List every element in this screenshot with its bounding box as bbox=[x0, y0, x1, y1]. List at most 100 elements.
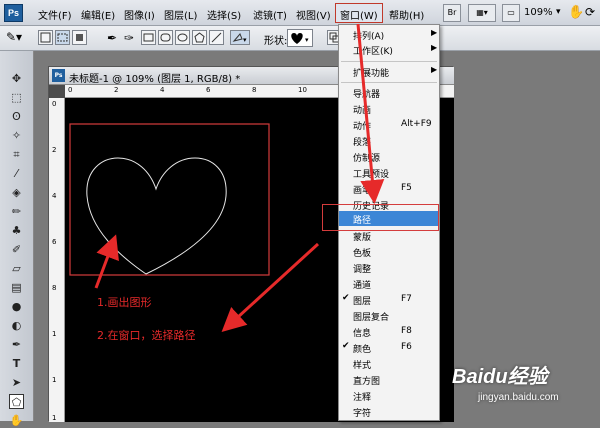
menu-item-clone-source[interactable]: 仿制源 bbox=[339, 149, 439, 164]
custom-shape-icon[interactable]: ▾ bbox=[230, 30, 250, 45]
ruler-tick-label: 4 bbox=[52, 192, 57, 200]
menu-item-extensions[interactable]: 扩展功能 ▶ bbox=[339, 64, 439, 79]
menu-divider bbox=[341, 82, 437, 83]
lasso-tool-icon[interactable]: ʘ bbox=[9, 109, 24, 124]
menu-item-label: 颜色 bbox=[353, 345, 372, 355]
type-tool-icon[interactable]: T bbox=[9, 356, 24, 371]
menu-item-label: 图层复合 bbox=[353, 313, 390, 323]
menu-item-label: 工作区(K) bbox=[353, 47, 393, 57]
fill-pixels-icon[interactable] bbox=[72, 30, 87, 45]
ruler-tick-label: 10 bbox=[298, 86, 307, 94]
paths-mode-icon[interactable] bbox=[55, 30, 70, 45]
rotate-view-icon[interactable]: ⟳ bbox=[585, 5, 595, 19]
menu-item-layers[interactable]: ✔ 图层 F7 bbox=[339, 292, 439, 307]
ruler-tick-label: 8 bbox=[252, 86, 257, 94]
ruler-tick-label: 8 bbox=[52, 284, 57, 292]
menu-item-arrange[interactable]: 排列(A) ▶ bbox=[339, 27, 439, 42]
menu-item-animation[interactable]: 动画 bbox=[339, 101, 439, 116]
pen-tool-icon-toolbox[interactable]: ✒ bbox=[9, 337, 24, 352]
menu-item-shortcut: F6 bbox=[401, 342, 412, 352]
shape-picker[interactable]: ▾ bbox=[287, 29, 313, 47]
custom-shape-tool-icon[interactable]: ⬠ bbox=[9, 394, 24, 409]
menu-item-paragraph[interactable]: 段落 bbox=[339, 133, 439, 148]
marquee-tool-icon[interactable]: ⬚ bbox=[9, 90, 24, 105]
baidu-watermark: Baidu经验 bbox=[452, 366, 548, 388]
menu-item-notes[interactable]: 注释 bbox=[339, 388, 439, 403]
menu-item-layer-comps[interactable]: 图层复合 bbox=[339, 308, 439, 323]
menu-item-color[interactable]: ✔ 颜色 F6 bbox=[339, 340, 439, 355]
zoom-level[interactable]: 109% bbox=[524, 7, 553, 18]
bridge-button[interactable]: Br bbox=[443, 4, 461, 22]
menu-edit[interactable]: 编辑(E) bbox=[81, 7, 115, 22]
rounded-rectangle-icon[interactable] bbox=[158, 30, 173, 45]
menu-divider bbox=[341, 61, 437, 62]
gradient-tool-icon[interactable]: ▤ bbox=[9, 280, 24, 295]
menu-file[interactable]: 文件(F) bbox=[38, 7, 72, 22]
menu-help[interactable]: 帮助(H) bbox=[389, 7, 424, 22]
healing-brush-tool-icon[interactable]: ◈ bbox=[9, 185, 24, 200]
menu-item-swatches[interactable]: 色板 bbox=[339, 244, 439, 259]
tool-preset-icon[interactable]: ✎▾ bbox=[6, 30, 22, 44]
freeform-pen-icon[interactable]: ✑ bbox=[124, 31, 134, 45]
path-selection-tool-icon[interactable]: ➤ bbox=[9, 375, 24, 390]
menu-item-label: 仿制源 bbox=[353, 154, 381, 164]
menu-item-label: 调整 bbox=[353, 265, 372, 275]
ruler-tick-label: 1 bbox=[52, 376, 57, 384]
menu-item-brushes[interactable]: 画笔 F5 bbox=[339, 181, 439, 196]
move-tool-icon[interactable]: ✥ bbox=[9, 71, 24, 86]
view-extras-button[interactable]: ▦▾ bbox=[468, 4, 496, 22]
history-brush-tool-icon[interactable]: ✐ bbox=[9, 242, 24, 257]
menu-filter[interactable]: 滤镜(T) bbox=[253, 7, 287, 22]
menu-item-label: 直方图 bbox=[353, 377, 381, 387]
clone-stamp-tool-icon[interactable]: ♣ bbox=[9, 223, 24, 238]
options-bar: ✎▾ ✒ ✑ ▾ 形状: ▾ bbox=[0, 26, 600, 51]
zoom-dropdown-icon[interactable]: ▾ bbox=[556, 7, 561, 17]
blur-tool-icon[interactable]: ● bbox=[9, 299, 24, 314]
svg-text:▾: ▾ bbox=[305, 36, 309, 44]
submenu-arrow-icon: ▶ bbox=[431, 43, 438, 52]
shape-layers-icon[interactable] bbox=[38, 30, 53, 45]
menu-image[interactable]: 图像(I) bbox=[124, 7, 155, 22]
menu-item-tool-presets[interactable]: 工具预设 bbox=[339, 165, 439, 180]
annotation-step2: 2.在窗口，选择路径 bbox=[97, 329, 196, 342]
shape-label: 形状: bbox=[264, 36, 288, 47]
menu-item-workspace[interactable]: 工作区(K) ▶ bbox=[339, 42, 439, 57]
toolbox: ✥ ⬚ ʘ ✧ ⌗ ⁄ ◈ ✏ ♣ ✐ ▱ ▤ ● ◐ ✒ T ➤ ⬠ ✋ bbox=[0, 51, 34, 427]
document-title: 未标题-1 @ 109% (图层 1, RGB/8) * bbox=[69, 74, 241, 85]
menu-window[interactable]: 窗口(W) bbox=[335, 3, 383, 23]
menu-select[interactable]: 选择(S) bbox=[207, 7, 241, 22]
crop-tool-icon[interactable]: ⌗ bbox=[9, 147, 24, 162]
ruler-vertical[interactable]: 0 2 4 6 8 1 1 1 bbox=[49, 98, 65, 422]
menu-item-adjustments[interactable]: 调整 bbox=[339, 260, 439, 275]
hand-icon[interactable]: ✋ bbox=[568, 5, 584, 20]
pen-tool-icon[interactable]: ✒ bbox=[107, 31, 117, 45]
quick-select-tool-icon[interactable]: ✧ bbox=[9, 128, 24, 143]
ruler-tick-label: 0 bbox=[52, 100, 57, 108]
menu-item-info[interactable]: 信息 F8 bbox=[339, 324, 439, 339]
menu-item-styles[interactable]: 样式 bbox=[339, 356, 439, 371]
document-ps-icon: Ps bbox=[52, 69, 65, 82]
menu-item-actions[interactable]: 动作 Alt+F9 bbox=[339, 117, 439, 132]
highlight-box-paths bbox=[322, 204, 439, 231]
line-shape-icon[interactable] bbox=[209, 30, 224, 45]
menu-view[interactable]: 视图(V) bbox=[296, 7, 331, 22]
menu-item-channels[interactable]: 通道 bbox=[339, 276, 439, 291]
ruler-tick-label: 2 bbox=[114, 86, 119, 94]
rectangle-shape-icon[interactable] bbox=[141, 30, 156, 45]
polygon-shape-icon[interactable] bbox=[192, 30, 207, 45]
ruler-tick-label: 6 bbox=[52, 238, 57, 246]
menu-item-histogram[interactable]: 直方图 bbox=[339, 372, 439, 387]
eraser-tool-icon[interactable]: ▱ bbox=[9, 261, 24, 276]
brush-tool-icon[interactable]: ✏ bbox=[9, 204, 24, 219]
menu-item-character[interactable]: 字符 bbox=[339, 404, 439, 419]
menu-item-navigator[interactable]: 导航器 bbox=[339, 85, 439, 100]
ellipse-shape-icon[interactable] bbox=[175, 30, 190, 45]
eyedropper-tool-icon[interactable]: ⁄ bbox=[9, 166, 24, 181]
menu-layer[interactable]: 图层(L) bbox=[164, 7, 197, 22]
dodge-tool-icon[interactable]: ◐ bbox=[9, 318, 24, 333]
menu-item-shortcut: F7 bbox=[401, 294, 412, 304]
arrange-button[interactable]: ▭ bbox=[502, 4, 520, 22]
menu-item-label: 扩展功能 bbox=[353, 69, 390, 79]
ruler-tick-label: 2 bbox=[52, 146, 57, 154]
svg-text:▾: ▾ bbox=[243, 36, 247, 44]
